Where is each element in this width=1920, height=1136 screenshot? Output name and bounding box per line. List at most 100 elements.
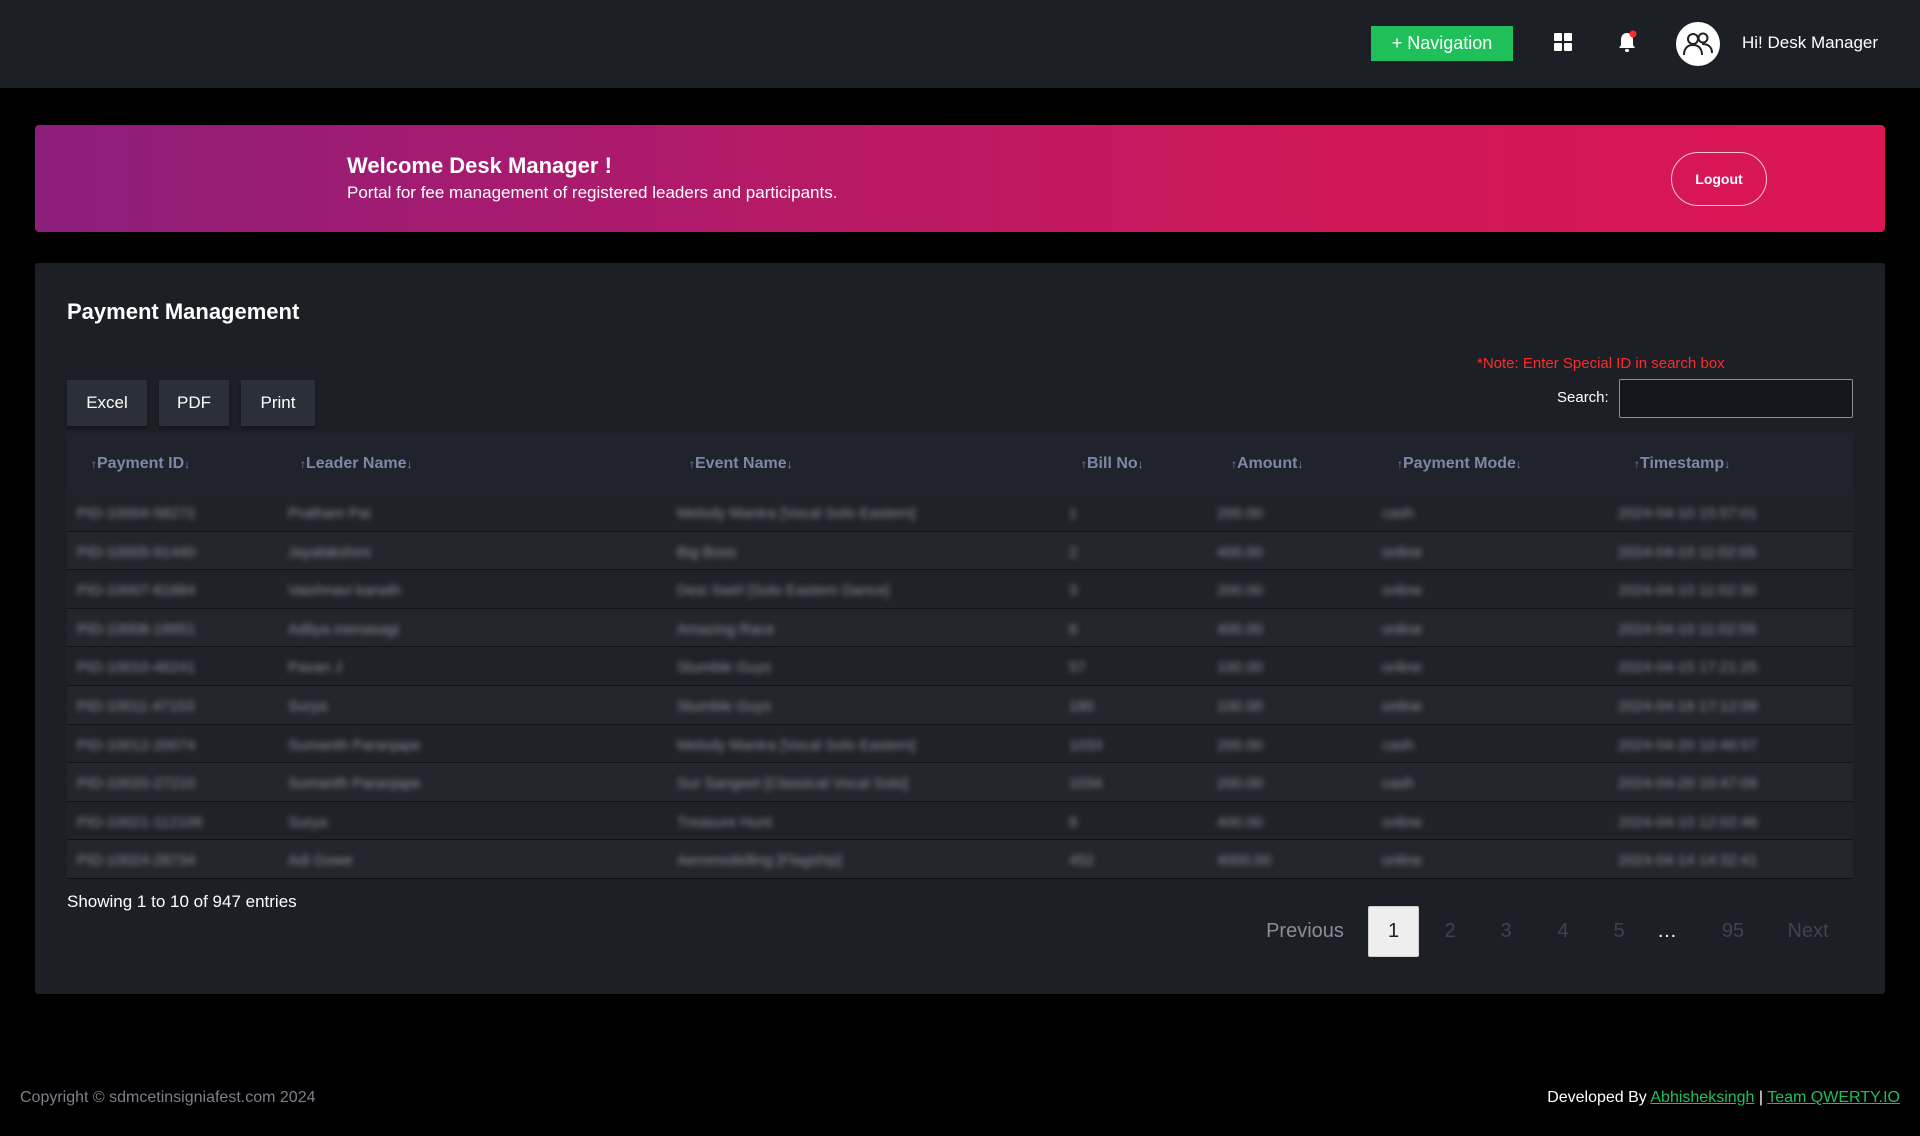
leader-name-cell: Surya bbox=[288, 697, 328, 715]
column-header-payment-id[interactable]: ↑Payment ID↓ bbox=[91, 455, 190, 473]
payment-mode-cell: cash bbox=[1382, 505, 1414, 522]
pagination-page-1[interactable]: 1 bbox=[1368, 906, 1419, 957]
search-label: Search: bbox=[1557, 389, 1609, 406]
leader-name-cell: Surya bbox=[288, 813, 328, 831]
amount-cell: 200.00 bbox=[1217, 736, 1263, 754]
amount-cell: 100.00 bbox=[1217, 697, 1263, 715]
table-row: PID-10024-28734 Adi Gowe Aeromodelling [Fl… bbox=[67, 840, 1853, 879]
team-link[interactable]: Team QWERTY.IO bbox=[1767, 1089, 1900, 1106]
amount-cell: 100.00 bbox=[1217, 659, 1263, 677]
table-row: PID-10008-19951 Aditya menasagi Amazing Ra… bbox=[67, 608, 1853, 648]
timestamp-cell: 2024-04-10 11:02:30 bbox=[1618, 582, 1757, 600]
notification-dot bbox=[1629, 30, 1637, 38]
timestamp-cell: 2024-04-16 17:12:09 bbox=[1618, 697, 1758, 715]
pdf-export-button[interactable]: PDF bbox=[159, 380, 229, 426]
payment-mode-cell: online bbox=[1382, 697, 1423, 715]
payment-mode-cell: online bbox=[1382, 543, 1423, 561]
search-input[interactable] bbox=[1619, 379, 1853, 418]
bill-no-cell: 180 bbox=[1069, 697, 1095, 715]
payment-mode-cell: cash bbox=[1382, 775, 1414, 793]
column-header-leader-name[interactable]: ↑Leader Name↓ bbox=[300, 455, 413, 473]
copyright-text: Copyright © sdmcetinsigniafest.com 2024 bbox=[20, 1089, 316, 1106]
leader-name-cell: Vaishnavi kanath bbox=[288, 582, 402, 600]
leader-name-cell: Sumanth Paranjape bbox=[288, 775, 421, 793]
bill-no-cell: 1033 bbox=[1069, 736, 1103, 754]
pagination-next[interactable]: Next bbox=[1776, 906, 1840, 957]
welcome-banner: Welcome Desk Manager ! Portal for fee ma… bbox=[35, 125, 1885, 232]
column-header-event-name[interactable]: ↑Event Name↓ bbox=[689, 455, 793, 473]
author-link[interactable]: Abhisheksingh bbox=[1650, 1089, 1754, 1106]
pagination-page-3[interactable]: 3 bbox=[1481, 906, 1531, 957]
bill-no-cell: 8 bbox=[1069, 813, 1078, 831]
leader-name-cell: Jayalakshmi bbox=[288, 543, 371, 561]
column-header-amount[interactable]: ↑Amount↓ bbox=[1231, 455, 1303, 473]
event-name-cell: Melody Mantra [Vocal Solo Eastern] bbox=[677, 736, 916, 754]
search-note: *Note: Enter Special ID in search box bbox=[1477, 355, 1725, 372]
excel-export-button[interactable]: Excel bbox=[67, 380, 147, 426]
payment-id-cell: PID-10007-81884 bbox=[77, 582, 196, 600]
event-name-cell: Desi Swirl [Solo Eastern Dance] bbox=[677, 582, 890, 600]
amount-cell: 200.00 bbox=[1217, 505, 1263, 522]
bell-icon[interactable] bbox=[1616, 30, 1638, 54]
column-header-bill-no[interactable]: ↑Bill No↓ bbox=[1081, 455, 1144, 473]
pagination-page-4[interactable]: 4 bbox=[1538, 906, 1588, 957]
payments-table: ↑Payment ID↓ ↑Leader Name↓ ↑Event Name↓ … bbox=[67, 433, 1853, 879]
developer-credits: Developed By Abhisheksingh | Team QWERTY… bbox=[1547, 1089, 1900, 1107]
timestamp-cell: 2024-04-10 15:57:01 bbox=[1618, 505, 1758, 522]
event-name-cell: Treasure Hunt bbox=[677, 813, 773, 831]
bill-no-cell: 3 bbox=[1069, 582, 1078, 600]
logout-button[interactable]: Logout bbox=[1671, 152, 1767, 206]
bill-no-cell: 1 bbox=[1069, 505, 1078, 522]
bill-no-cell: 57 bbox=[1069, 659, 1086, 677]
leader-name-cell: Adi Gowe bbox=[288, 852, 354, 870]
banner-title: Welcome Desk Manager ! bbox=[347, 153, 612, 178]
column-header-payment-mode[interactable]: ↑Payment Mode↓ bbox=[1397, 455, 1522, 473]
user-greeting: Hi! Desk Manager bbox=[1742, 33, 1879, 52]
bill-no-cell: 1034 bbox=[1069, 775, 1103, 793]
table-row: PID-10020-27210 Sumanth Paranjape Sur Sang… bbox=[67, 763, 1853, 802]
pagination-page-last[interactable]: 95 bbox=[1701, 906, 1765, 957]
developed-by-label: Developed By bbox=[1547, 1089, 1647, 1106]
event-name-cell: Big Boss bbox=[677, 543, 737, 561]
payment-mode-cell: online bbox=[1382, 852, 1423, 870]
bill-no-cell: 452 bbox=[1069, 852, 1095, 870]
entries-info: Showing 1 to 10 of 947 entries bbox=[67, 892, 297, 911]
payment-id-cell: PID-10005-91440 bbox=[77, 543, 196, 561]
column-header-timestamp[interactable]: ↑Timestamp↓ bbox=[1634, 455, 1730, 473]
payment-id-cell: PID-10011-47153 bbox=[77, 697, 195, 715]
event-name-cell: Melody Mantra [Vocal Solo Eastern] bbox=[677, 505, 916, 522]
timestamp-cell: 2024-04-20 10:47:09 bbox=[1618, 775, 1758, 793]
pagination-previous[interactable]: Previous bbox=[1255, 906, 1355, 957]
table-header: ↑Payment ID↓ ↑Leader Name↓ ↑Event Name↓ … bbox=[67, 433, 1853, 493]
leader-name-cell: Pratham Pai bbox=[288, 505, 371, 522]
table-row: PID-10004-58272 Pratham Pai Melody Mantra … bbox=[67, 493, 1853, 532]
pagination-page-2[interactable]: 2 bbox=[1425, 906, 1475, 957]
navigation-button[interactable]: + Navigation bbox=[1371, 26, 1513, 61]
payment-mode-cell: online bbox=[1382, 582, 1423, 600]
event-name-cell: Stumble Guys bbox=[677, 659, 772, 677]
bill-no-cell: 2 bbox=[1069, 543, 1078, 561]
top-navbar: + Navigation Hi! Desk Manager bbox=[0, 0, 1920, 88]
payment-mode-cell: online bbox=[1382, 659, 1423, 677]
payment-id-cell: PID-10004-58272 bbox=[77, 505, 196, 522]
amount-cell: 200.00 bbox=[1217, 775, 1263, 793]
payment-mode-cell: online bbox=[1382, 620, 1423, 638]
table-row: PID-10005-91440 Jayalakshmi Big Boss 2 400.0… bbox=[67, 531, 1853, 571]
payment-mode-cell: cash bbox=[1382, 736, 1414, 754]
amount-cell: 4000.00 bbox=[1217, 852, 1272, 870]
page-title: Payment Management bbox=[67, 299, 300, 324]
payment-id-cell: PID-10012-20074 bbox=[77, 736, 196, 754]
amount-cell: 200.00 bbox=[1217, 582, 1263, 600]
payment-id-cell: PID-10024-28734 bbox=[77, 852, 196, 870]
event-name-cell: Amazing Race bbox=[677, 620, 775, 638]
pagination-page-5[interactable]: 5 bbox=[1594, 906, 1644, 957]
leader-name-cell: Pavan J bbox=[288, 659, 343, 677]
payment-id-cell: PID-10020-27210 bbox=[77, 775, 196, 793]
payment-id-cell: PID-10008-19951 bbox=[77, 620, 196, 638]
user-avatar[interactable] bbox=[1676, 22, 1720, 66]
print-button[interactable]: Print bbox=[241, 380, 315, 426]
amount-cell: 400.00 bbox=[1217, 543, 1263, 561]
banner-subtitle: Portal for fee management of registered … bbox=[347, 183, 838, 202]
apps-grid-icon[interactable] bbox=[1554, 33, 1572, 51]
timestamp-cell: 2024-04-20 10:46:57 bbox=[1618, 736, 1758, 754]
